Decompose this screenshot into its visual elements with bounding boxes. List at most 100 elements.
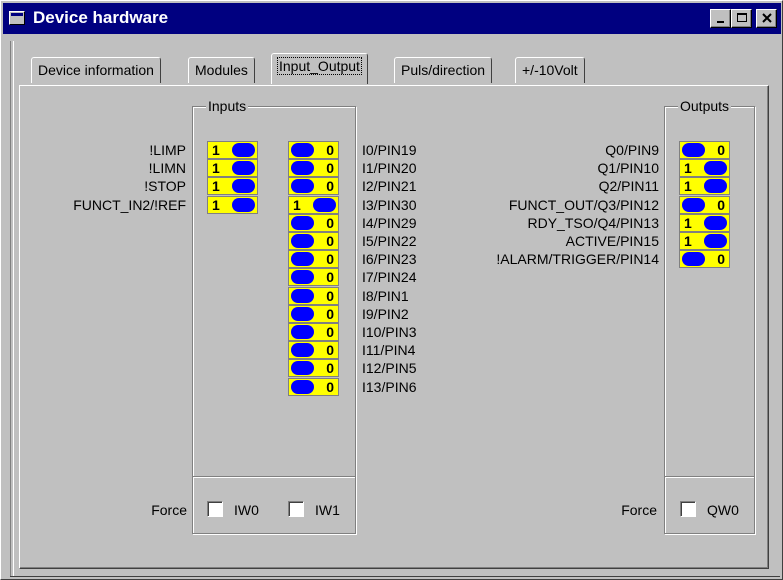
output-label: !ALARM/TRIGGER/PIN14 [496, 251, 659, 268]
led-icon [291, 215, 314, 230]
input-indicator: 0 [288, 323, 339, 341]
device-hardware-window: Device hardware Device information Modul… [0, 0, 783, 580]
input-pin-label: I7/PIN24 [362, 269, 417, 286]
title-bar[interactable]: Device hardware [3, 3, 781, 34]
output-indicator: 0 [679, 250, 730, 269]
led-icon [232, 197, 255, 212]
led-icon [291, 161, 314, 176]
input-pin-label: I5/PIN22 [362, 233, 417, 249]
indicator-value: 1 [212, 160, 220, 177]
indicator-value: 1 [212, 196, 220, 213]
input-pin-label: I3/PIN30 [362, 196, 417, 213]
output-label: FUNCT_OUT/Q3/PIN12 [508, 196, 659, 213]
led-icon [291, 288, 314, 303]
indicator-value: 1 [684, 233, 692, 249]
output-indicator: 0 [679, 141, 730, 159]
tab-modules[interactable]: Modules [188, 57, 255, 83]
force-iw0-checkbox[interactable] [207, 501, 223, 517]
led-icon [291, 379, 314, 394]
led-icon [704, 215, 727, 230]
led-icon [291, 325, 314, 339]
led-icon [704, 161, 727, 176]
indicator-value: 0 [326, 360, 334, 377]
tab-label: Input_Output [277, 57, 362, 75]
input-pin-label: I4/PIN29 [362, 214, 417, 231]
indicator-value: 0 [326, 378, 334, 395]
indicator-value: 1 [212, 178, 220, 195]
led-icon [291, 343, 314, 358]
outputs-group-title: Outputs [678, 97, 732, 115]
indicator-value: 0 [326, 269, 334, 286]
indicator-value: 0 [326, 160, 334, 177]
input-pin-label: I10/PIN3 [362, 324, 417, 340]
tab-puls-direction[interactable]: Puls/direction [394, 57, 493, 83]
indicator-value: 0 [326, 142, 334, 158]
indicator-value: 0 [326, 305, 334, 322]
close-button[interactable] [756, 9, 777, 28]
input-indicator: 0 [288, 159, 339, 178]
led-icon [232, 179, 255, 194]
led-icon [682, 143, 705, 157]
input-pin-label: I6/PIN23 [362, 251, 417, 268]
indicator-value: 1 [684, 160, 692, 177]
led-icon [232, 161, 255, 176]
inputs-group-title: Inputs [206, 97, 249, 115]
close-icon [761, 13, 772, 23]
force-iw0-label: IW0 [234, 502, 259, 518]
input-indicator: 0 [288, 286, 339, 305]
output-label: ACTIVE/PIN15 [565, 233, 659, 249]
indicator-value: 0 [326, 251, 334, 268]
maximize-button[interactable] [731, 9, 752, 28]
indicator-value: 0 [717, 142, 725, 158]
tab-device-information[interactable]: Device information [31, 57, 161, 83]
output-label: RDY_TSO/Q4/PIN13 [527, 214, 660, 231]
outputs-force-separator [665, 476, 754, 478]
tab-label: Modules [195, 62, 248, 78]
output-indicator: 0 [679, 195, 730, 214]
input-label: !LIMN [148, 160, 186, 177]
input-indicator: 1 [207, 141, 258, 159]
input-indicator: 1 [207, 195, 258, 214]
output-indicator: 1 [679, 177, 730, 196]
input-pin-label: I12/PIN5 [362, 360, 417, 377]
output-label: Q1/PIN10 [597, 160, 659, 177]
inputs-force-separator [193, 476, 355, 478]
input-indicator: 0 [288, 359, 339, 378]
indicator-value: 1 [684, 178, 692, 195]
tab-label: +/-10Volt [522, 62, 578, 78]
tab-10volt[interactable]: +/-10Volt [515, 57, 585, 83]
input-label: !LIMP [149, 142, 186, 158]
output-label: Q2/PIN11 [598, 178, 659, 195]
tab-input-output[interactable]: Input_Output [271, 53, 368, 84]
input-label: !STOP [144, 178, 186, 195]
input-indicator: 0 [288, 304, 339, 323]
indicator-value: 1 [293, 196, 301, 213]
force-iw1-checkbox[interactable] [288, 501, 304, 517]
indicator-value: 0 [326, 178, 334, 195]
input-indicator: 0 [288, 341, 339, 360]
led-icon [291, 143, 314, 157]
indicator-value: 0 [717, 251, 725, 268]
force-qw0-label: QW0 [707, 502, 739, 518]
input-pin-label: I8/PIN1 [362, 287, 409, 304]
force-qw0-checkbox[interactable] [680, 501, 696, 517]
led-icon [291, 252, 314, 267]
led-icon [682, 252, 705, 267]
minimize-icon [716, 21, 724, 23]
input-pin-label: I9/PIN2 [362, 305, 409, 322]
led-icon [704, 234, 727, 248]
input-pin-label: I11/PIN4 [362, 342, 416, 359]
window-icon[interactable] [9, 11, 25, 25]
minimize-button[interactable] [710, 9, 731, 28]
tab-label: Device information [38, 62, 154, 78]
input-pin-label: I1/PIN20 [362, 160, 417, 177]
indicator-value: 0 [717, 196, 725, 213]
led-icon [291, 306, 314, 321]
input-indicator: 0 [288, 377, 339, 396]
indicator-value: 0 [326, 342, 334, 359]
output-label: Q0/PIN9 [605, 142, 659, 158]
input-indicator: 1 [207, 177, 258, 196]
outputs-force-label: Force [621, 502, 657, 518]
indicator-value: 0 [326, 214, 334, 231]
output-indicator: 1 [679, 213, 730, 232]
